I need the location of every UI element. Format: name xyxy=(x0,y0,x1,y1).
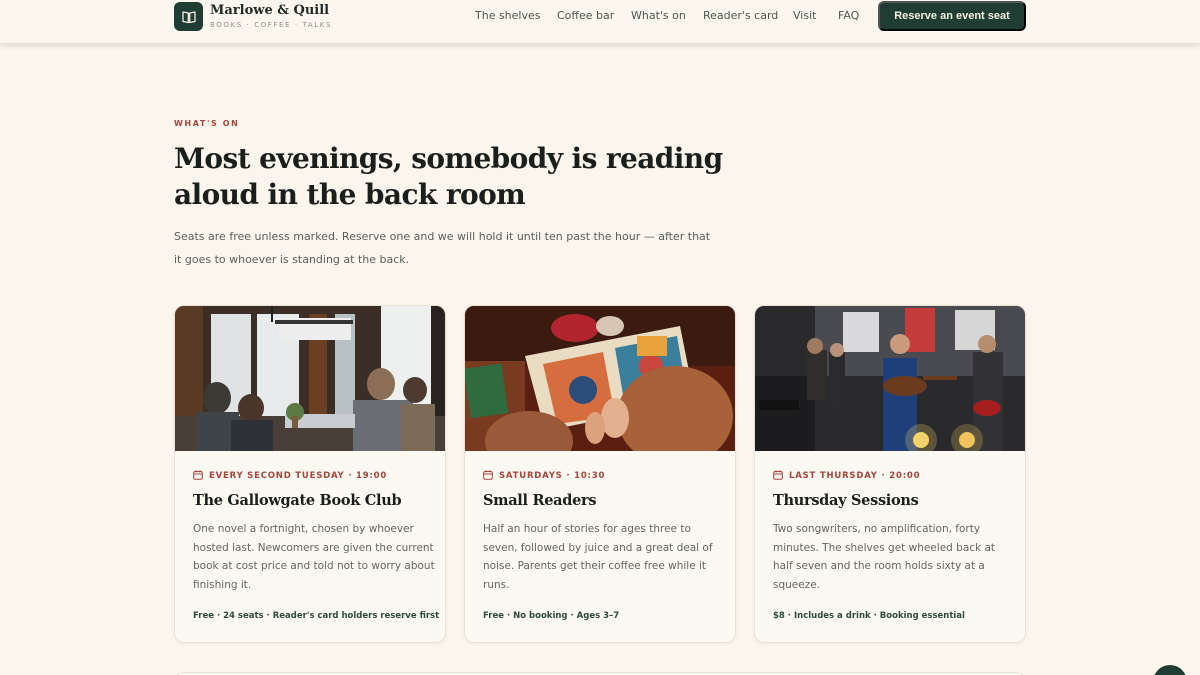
page-title: Most evenings, somebody is reading aloud… xyxy=(174,142,723,211)
event-meta: Free · No booking · Ages 3–7 xyxy=(483,611,620,621)
event-schedule: EVERY SECOND TUESDAY · 19:00 xyxy=(193,469,388,483)
event-when: LAST THURSDAY · 20:00 xyxy=(789,471,921,481)
calendar-icon xyxy=(483,469,493,483)
section-eyebrow: WHAT'S ON xyxy=(174,119,240,128)
event-photo-small-readers xyxy=(465,306,735,451)
calendar-icon xyxy=(773,469,783,483)
event-description: Two songwriters, no amplification, forty… xyxy=(773,523,995,591)
event-title[interactable]: The Gallowgate Book Club xyxy=(193,492,433,509)
event-meta: $8 · Includes a drink · Booking essentia… xyxy=(773,611,965,621)
event-card-small-readers[interactable]: SATURDAYS · 10:30 Small Readers Half an … xyxy=(464,305,736,643)
brand-name[interactable]: Marlowe & Quill xyxy=(210,3,329,18)
event-title[interactable]: Small Readers xyxy=(483,492,723,509)
intro-paragraph: Seats are free unless marked. Reserve on… xyxy=(174,230,711,266)
calendar-icon xyxy=(193,469,203,483)
nav-link-faq[interactable]: FAQ xyxy=(838,9,859,23)
nav-link-coffee-bar[interactable]: Coffee bar xyxy=(557,9,614,23)
nav-link-the-shelves[interactable]: The shelves xyxy=(475,9,541,23)
event-card-book-club[interactable]: EVERY SECOND TUESDAY · 19:00 The Gallowg… xyxy=(174,305,446,643)
event-description: Half an hour of stories for ages three t… xyxy=(483,523,713,591)
event-when: EVERY SECOND TUESDAY · 19:00 xyxy=(209,471,388,481)
event-photo-book-club xyxy=(175,306,445,451)
event-title[interactable]: Thursday Sessions xyxy=(773,492,1013,509)
open-book-icon[interactable] xyxy=(174,2,203,31)
nav-link-whats-on[interactable]: What's on xyxy=(631,9,686,23)
nav-link-readers-card[interactable]: Reader's card xyxy=(703,9,778,23)
floating-action-button[interactable] xyxy=(1153,665,1187,675)
reserve-seat-button[interactable]: Reserve an event seat xyxy=(878,1,1026,31)
event-schedule: SATURDAYS · 10:30 xyxy=(483,469,606,483)
event-description: One novel a fortnight, chosen by whoever… xyxy=(193,523,435,591)
event-schedule: LAST THURSDAY · 20:00 xyxy=(773,469,921,483)
event-when: SATURDAYS · 10:30 xyxy=(499,471,606,481)
event-meta: Free · 24 seats · Reader's card holders … xyxy=(193,611,440,621)
event-photo-thursday-sessions xyxy=(755,306,1025,451)
site-header: Marlowe & Quill BOOKS · COFFEE · TALKS T… xyxy=(0,0,1200,44)
event-card-thursday-sessions[interactable]: LAST THURSDAY · 20:00 Thursday Sessions … xyxy=(754,305,1026,643)
nav-link-visit[interactable]: Visit xyxy=(793,9,816,23)
brand-tagline: BOOKS · COFFEE · TALKS xyxy=(210,21,333,29)
